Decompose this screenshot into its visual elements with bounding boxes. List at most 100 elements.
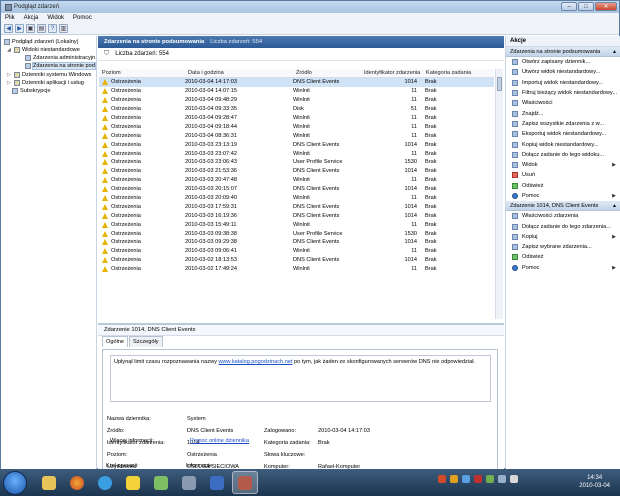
tree-item-app-logs[interactable]: ▷ Dzienniki aplikacji i usług	[7, 80, 84, 86]
events-scrollbar[interactable]	[495, 69, 503, 319]
close-button[interactable]: ✕	[595, 2, 617, 11]
actions-section-event[interactable]: Zdarzenie 1014, DNS Client Events ▲	[506, 201, 620, 212]
menu-file[interactable]: Plik	[5, 15, 15, 21]
taskbar-event-viewer[interactable]	[232, 471, 258, 494]
start-button[interactable]	[3, 471, 27, 495]
column-header-event-id[interactable]: Identyfikator zdarzenia	[361, 70, 423, 76]
taskbar-app-word[interactable]	[204, 471, 230, 494]
action-item[interactable]: Importuj widok niestandardowy...	[506, 78, 620, 88]
tray-network-icon[interactable]	[462, 475, 470, 483]
table-row[interactable]: Ostrzeżenia 2010-03-03 20:47:48 Winlnit 11 B…	[99, 176, 494, 185]
tray-alert-icon[interactable]	[474, 475, 482, 483]
action-item[interactable]: Pomoc ▶	[506, 191, 620, 201]
action-item[interactable]: Kopiuj widok niestandardowy...	[506, 139, 620, 149]
table-row[interactable]: Ostrzeżenia 2010-03-03 15:49:11 Winlnit 11 B…	[99, 220, 494, 229]
table-row[interactable]: Ostrzeżenia 2010-03-03 09:06:41 Winlnit 11 B…	[99, 247, 494, 256]
tray-update-icon[interactable]	[486, 475, 494, 483]
table-row[interactable]: Ostrzeżenia 2010-03-03 23:07:42 Winlnit 11 B…	[99, 149, 494, 158]
column-header-level[interactable]: Poziom	[99, 70, 185, 76]
tab-general[interactable]: Ogólne	[102, 336, 129, 347]
table-row[interactable]: Ostrzeżenia 2010-03-03 20:15:07 DNS Client…	[99, 185, 494, 194]
up-folder-icon[interactable]: ▣	[26, 24, 35, 33]
event-log-online-help-link[interactable]: Pomoc online dziennika	[190, 438, 249, 444]
table-row[interactable]: Ostrzeżenia 2010-03-03 09:29:38 DNS Client…	[99, 238, 494, 247]
action-item[interactable]: Usuń	[506, 170, 620, 180]
action-item[interactable]: Zapisz wybrane zdarzenia...	[506, 242, 620, 252]
taskbar-firefox[interactable]	[64, 471, 90, 494]
show-hide-action-pane-icon[interactable]: ▥	[59, 24, 68, 33]
menu-view[interactable]: Widok	[47, 15, 64, 21]
show-hide-tree-icon[interactable]: ▤	[37, 24, 46, 33]
column-header-source[interactable]: Źródło	[293, 70, 361, 76]
table-row[interactable]: Ostrzeżenia 2010-03-04 09:18:44 Winlnit 11 B…	[99, 122, 494, 131]
table-row[interactable]: Ostrzeżenia 2010-03-03 23:13:19 DNS Client…	[99, 140, 494, 149]
tree-item-windows-logs[interactable]: ▷ Dzienniki systemu Windows	[7, 72, 91, 78]
tray-messenger-icon[interactable]	[450, 475, 458, 483]
tray-battery-icon[interactable]	[510, 475, 518, 483]
collapse-arrow-icon[interactable]: ▲	[612, 203, 617, 209]
table-row[interactable]: Ostrzeżenia 2010-03-04 14:07:15 Winlnit 11 B…	[99, 87, 494, 96]
action-item[interactable]: Otwórz zapisany dziennik...	[506, 57, 620, 67]
table-row[interactable]: Ostrzeżenia 2010-03-04 08:36:31 Winlnit 11 B…	[99, 131, 494, 140]
table-row[interactable]: Ostrzeżenia 2010-03-03 17:59:31 DNS Client…	[99, 202, 494, 211]
action-item[interactable]: Właściwości zdarzenia	[506, 211, 620, 221]
menu-help[interactable]: Pomoc	[73, 15, 92, 21]
table-row[interactable]: Ostrzeżenia 2010-03-04 14:17:03 DNS Client…	[99, 78, 494, 87]
help-icon[interactable]: ?	[48, 24, 57, 33]
column-header-task-category[interactable]: Kategoria zadania	[423, 70, 494, 76]
action-item[interactable]: Filtruj bieżący widok niestandardowy...	[506, 88, 620, 98]
action-item[interactable]: Odśwież	[506, 252, 620, 262]
taskbar-app-gg[interactable]	[120, 471, 146, 494]
action-item[interactable]: Dołącz zadanie do tego zdarzenia...	[506, 221, 620, 231]
action-item[interactable]: Znajdź...	[506, 108, 620, 118]
tab-details[interactable]: Szczegóły	[129, 336, 163, 347]
minimize-button[interactable]: –	[561, 2, 577, 11]
table-row[interactable]: Ostrzeżenia 2010-03-03 21:53:36 DNS Client…	[99, 167, 494, 176]
action-icon	[512, 254, 518, 261]
action-item[interactable]: Kopiuj ▶	[506, 232, 620, 242]
tree-item-root[interactable]: Podgląd zdarzeń (Lokalny)	[4, 39, 79, 45]
action-item[interactable]: Dołącz zadanie do tego widoku...	[506, 150, 620, 160]
taskbar-media-player[interactable]	[92, 471, 118, 494]
action-item[interactable]: Odśwież	[506, 181, 620, 191]
taskbar-app-edit[interactable]	[176, 471, 202, 494]
table-row[interactable]: Ostrzeżenia 2010-03-03 20:09:40 Winlnit 11 B…	[99, 194, 494, 203]
collapse-arrow-icon[interactable]: ▲	[612, 49, 617, 55]
action-item[interactable]: Widok ▶	[506, 160, 620, 170]
menu-action[interactable]: Akcja	[24, 15, 39, 21]
actions-section-view[interactable]: Zdarzenia na stronie podsumowania ▲	[506, 47, 620, 57]
table-row[interactable]: Ostrzeżenia 2010-03-04 09:33:35 Disk 51 Brak	[99, 105, 494, 114]
folder-icon	[14, 47, 20, 53]
expanded-arrow-icon[interactable]: ◢	[7, 47, 12, 53]
cell-task-category: Brak	[425, 230, 437, 237]
table-row[interactable]: Ostrzeżenia 2010-03-02 17:49:24 Winlnit 11 B…	[99, 265, 494, 274]
action-item[interactable]: Zapisz wszystkie zdarzenia z w...	[506, 119, 620, 129]
action-item[interactable]: Eksportuj widok niestandardowy...	[506, 129, 620, 139]
tree-item-summary-page-events[interactable]: Zdarzenia na stronie pod	[25, 62, 96, 70]
collapsed-arrow-icon[interactable]: ▷	[7, 80, 12, 86]
action-item[interactable]: Właściwości	[506, 98, 620, 108]
table-row[interactable]: Ostrzeżenia 2010-03-03 23:06:43 User Profi…	[99, 158, 494, 167]
tree-item-custom-views[interactable]: ◢ Widoki niestandardowe	[7, 47, 80, 53]
table-row[interactable]: Ostrzeżenia 2010-03-04 09:48:29 Winlnit 11 B…	[99, 96, 494, 105]
table-row[interactable]: Ostrzeżenia 2010-03-03 16:19:36 DNS Client…	[99, 211, 494, 220]
message-link[interactable]: www.katalog.pogodzinach.net	[218, 359, 292, 365]
forward-icon[interactable]: ▶	[15, 24, 24, 33]
collapsed-arrow-icon[interactable]: ▷	[7, 72, 12, 78]
back-icon[interactable]: ◀	[4, 24, 13, 33]
taskbar-explorer[interactable]	[36, 471, 62, 494]
table-row[interactable]: Ostrzeżenia 2010-03-03 09:38:38 User Profi…	[99, 229, 494, 238]
scrollbar-thumb[interactable]	[497, 77, 502, 91]
tray-antivirus-icon[interactable]	[438, 475, 446, 483]
clock[interactable]: 14:34 2010-03-04	[579, 474, 610, 490]
column-header-datetime[interactable]: Data i godzina	[185, 70, 293, 76]
action-item[interactable]: Pomoc ▶	[506, 263, 620, 273]
table-row[interactable]: Ostrzeżenia 2010-03-04 09:28:47 Winlnit 11 B…	[99, 114, 494, 123]
taskbar-app-gallery[interactable]	[148, 471, 174, 494]
table-row[interactable]: Ostrzeżenia 2010-03-02 18:13:53 DNS Client…	[99, 256, 494, 265]
action-item[interactable]: Utwórz widok niestandardowy...	[506, 67, 620, 77]
maximize-button[interactable]: □	[578, 2, 594, 11]
tree-item-admin-events[interactable]: Zdarzenia administracyjn	[25, 55, 95, 61]
tray-volume-icon[interactable]	[498, 475, 506, 483]
tree-item-subscriptions[interactable]: Subskrypcje	[12, 88, 50, 94]
